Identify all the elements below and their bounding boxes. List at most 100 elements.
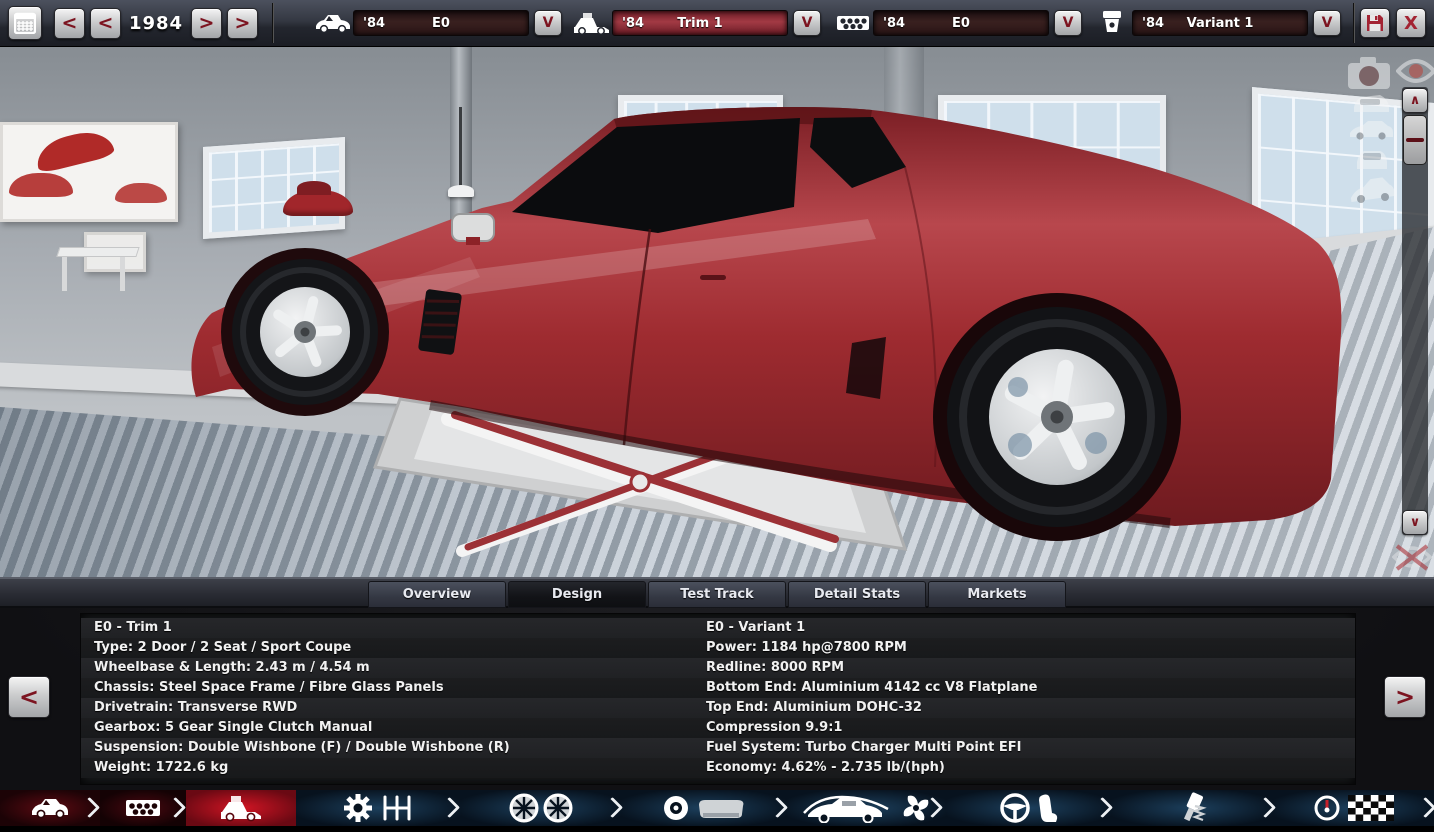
year-prev-button[interactable]: < [90,7,121,39]
stat-redline: Redline: 8000 RPM [706,660,845,675]
stats-row: Chassis: Steel Space Frame / Fibre Glass… [81,678,1355,698]
tab-detail-stats[interactable]: Detail Stats [788,581,926,608]
panel-next-button[interactable]: > [1384,676,1426,718]
design-steps-bar [0,790,1434,832]
stat-suspension: Suspension: Double Wishbone (F) / Double… [94,740,510,755]
nav-suspension[interactable] [1111,790,1273,826]
tab-markets[interactable]: Markets [928,581,1066,608]
trim-year: '84 [622,15,645,31]
stat-gearbox: Gearbox: 5 Gear Single Clutch Manual [94,720,373,735]
nav-test-finish[interactable] [1273,790,1434,826]
app-window: < < 1984 > > '84 E0 V '84 Trim 1 V '84 E… [0,0,1434,832]
stat-drivetrain: Drivetrain: Transverse RWD [94,700,298,715]
stat-power: Power: 1184 hp@7800 RPM [706,640,907,655]
stat-economy: Economy: 4.62% - 2.735 lb/(hph) [706,760,945,775]
model-year: '84 [363,15,386,31]
car-model-icon [313,8,353,38]
trim-dropdown-arrow-button[interactable]: V [793,10,821,36]
nav-car-trim[interactable] [186,790,296,826]
hide-ui-eye-icon[interactable] [1391,542,1433,576]
calendar-button[interactable] [8,6,42,40]
brake-pad-icon [698,800,743,818]
year-next-fast-button[interactable]: > [227,7,258,39]
nav-interior-steering[interactable] [946,790,1111,826]
stats-row: Suspension: Double Wishbone (F) / Double… [81,738,1355,758]
engine-family-icon [833,8,873,38]
year-next-button[interactable]: > [191,7,222,39]
stats-row: Weight: 1722.6 kg Economy: 4.62% - 2.735… [81,758,1355,778]
car-model-icon [32,799,68,819]
trim-title: E0 - Trim 1 [94,620,172,635]
model-selector-group: '84 E0 V [313,8,562,38]
save-floppy-icon [1367,15,1383,31]
model-dropdown-arrow-button[interactable]: V [534,10,562,36]
close-button[interactable]: X [1396,8,1426,38]
trim-dropdown[interactable]: '84 Trim 1 [612,10,788,36]
aero-car-icon [803,795,889,823]
trim-name: Trim 1 [677,15,723,31]
nav-brakes[interactable] [621,790,786,826]
calendar-icon [14,12,36,34]
car-side-view-icon[interactable] [1348,119,1394,145]
top-toolbar: < < 1984 > > '84 E0 V '84 Trim 1 V '84 E… [0,0,1434,47]
engine-family-year: '84 [883,15,906,31]
3d-viewport[interactable]: ∧ ∨ [0,47,1434,577]
car-front-view-icon[interactable] [1352,147,1392,177]
stat-chassis: Chassis: Steel Space Frame / Fibre Glass… [94,680,444,695]
toolbar-divider [272,3,273,43]
stat-fuel-system: Fuel System: Turbo Charger Multi Point E… [706,740,1022,755]
model-dropdown[interactable]: '84 E0 [353,10,529,36]
nav-gearbox-drivetrain[interactable] [296,790,461,826]
engine-family-name: E0 [952,15,970,31]
front-wheel [221,248,389,416]
scroll-up-button[interactable]: ∧ [1402,88,1428,113]
wheels-icon [509,793,573,823]
engine-variant-dropdown[interactable]: '84 Variant 1 [1132,10,1308,36]
variant-title: E0 - Variant 1 [706,620,806,635]
toolbar-divider [1353,3,1354,43]
tab-overview[interactable]: Overview [368,581,506,608]
stat-top-end: Top End: Aluminium DOHC-32 [706,700,922,715]
year-prev-fast-button[interactable]: < [54,7,85,39]
stat-wheelbase: Wheelbase & Length: 2.43 m / 4.54 m [94,660,370,675]
trim-selector-group: '84 Trim 1 V [572,8,821,38]
car-trim-icon [572,8,612,38]
screenshot-camera-icon[interactable] [1346,55,1392,95]
shifter-pattern-icon [383,795,410,821]
stat-type: Type: 2 Door / 2 Seat / Sport Coupe [94,640,352,655]
checkered-flag-icon [1347,795,1394,821]
car-three-quarter-view-icon[interactable] [1348,175,1396,209]
engine-variant-dropdown-arrow-button[interactable]: V [1313,10,1341,36]
brake-disc-icon [663,796,688,820]
stats-row: E0 - Trim 1 E0 - Variant 1 [81,618,1355,638]
engine-family-icon [126,800,160,816]
save-button[interactable] [1360,8,1390,38]
tab-bar: Overview Design Test Track Detail Stats … [0,577,1434,608]
stats-row: Gearbox: 5 Gear Single Clutch Manual Com… [81,718,1355,738]
stat-bottom-end: Bottom End: Aluminium 4142 cc V8 Flatpla… [706,680,1038,695]
engine-family-dropdown-arrow-button[interactable]: V [1054,10,1082,36]
visibility-eye-icon[interactable] [1395,57,1434,89]
car-rear-view-icon[interactable] [1350,91,1392,119]
engine-variant-name: Variant 1 [1186,15,1254,31]
tab-test-track[interactable]: Test Track [648,581,786,608]
rear-wheel [933,293,1181,541]
tab-design[interactable]: Design [508,581,646,608]
engine-variant-icon [1092,8,1132,38]
engine-family-dropdown[interactable]: '84 E0 [873,10,1049,36]
gear-icon [343,794,372,822]
stat-compression: Compression 9.9:1 [706,720,843,735]
panel-prev-button[interactable]: < [8,676,50,718]
scroll-down-button[interactable]: ∨ [1402,510,1428,535]
steering-wheel-icon [999,793,1030,823]
engine-variant-year: '84 [1142,15,1165,31]
nav-wheels-tires[interactable] [461,790,621,826]
seat-icon [1038,794,1057,822]
suspension-shock-icon [1183,792,1207,822]
model-name: E0 [432,15,450,31]
engine-family-group: '84 E0 V [833,8,1082,38]
car-trim-icon [221,796,261,822]
scrollbar-thumb[interactable] [1403,115,1427,165]
stats-table: E0 - Trim 1 E0 - Variant 1 Type: 2 Door … [80,613,1356,785]
car-render [191,106,1342,557]
